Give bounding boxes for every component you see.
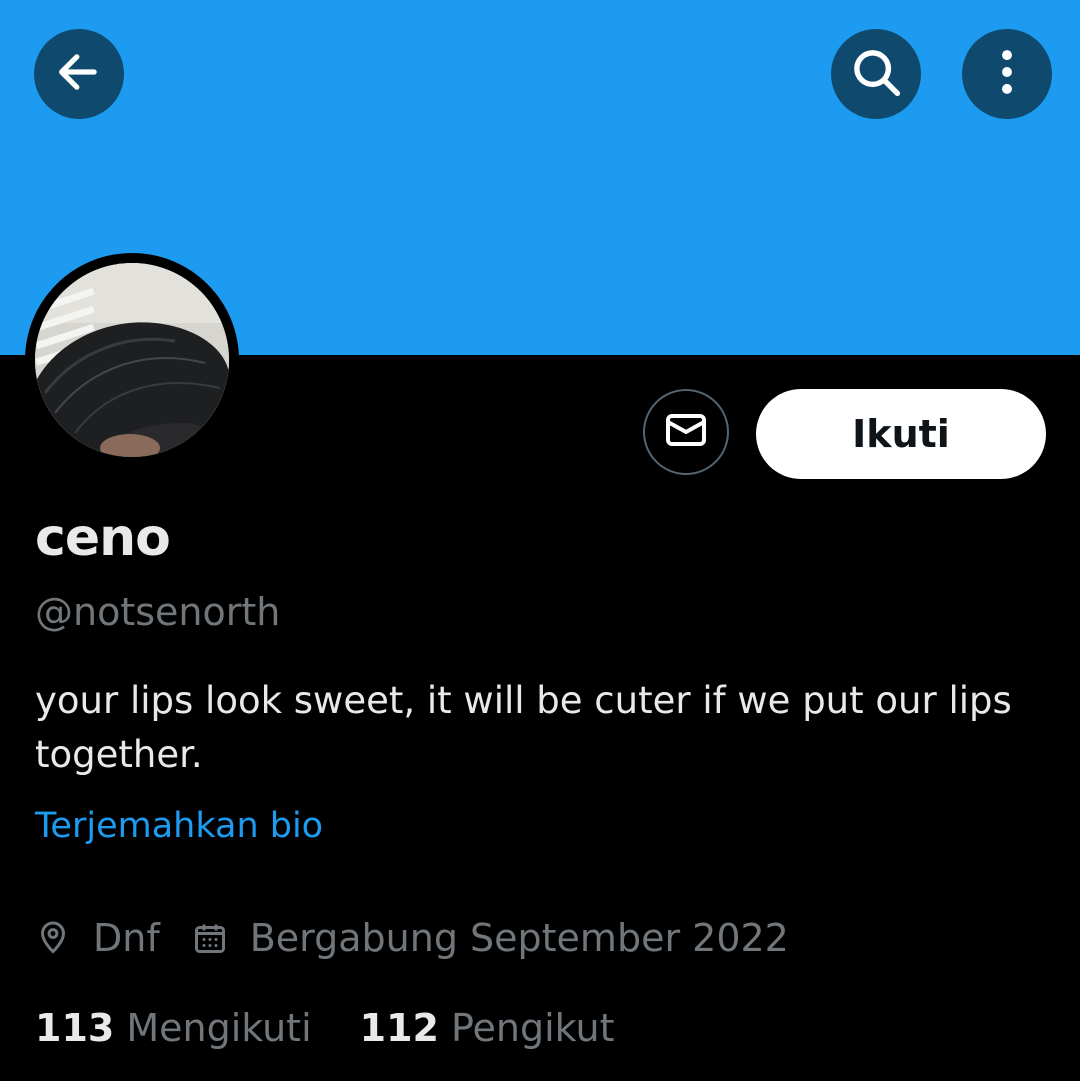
follow-stats: 113 Mengikuti 112 Pengikut <box>35 1000 615 1056</box>
avatar-frame[interactable] <box>25 253 239 467</box>
more-vertical-icon <box>980 45 1034 103</box>
back-button[interactable] <box>34 29 124 119</box>
followers-count: 112 <box>359 1006 439 1050</box>
location-icon <box>35 920 71 956</box>
location-text: Dnf <box>93 916 160 960</box>
display-name: ceno <box>35 508 171 568</box>
follow-button[interactable]: Ikuti <box>756 389 1046 479</box>
more-options-button[interactable] <box>962 29 1052 119</box>
followers-stat[interactable]: 112 Pengikut <box>360 1006 615 1050</box>
search-icon <box>849 45 903 103</box>
translate-bio-link[interactable]: Terjemahkan bio <box>35 806 323 846</box>
following-count: 113 <box>35 1006 115 1050</box>
following-stat[interactable]: 113 Mengikuti <box>35 1006 312 1050</box>
search-button[interactable] <box>831 29 921 119</box>
following-label: Mengikuti <box>126 1006 312 1050</box>
followers-label: Pengikut <box>450 1006 615 1050</box>
mail-icon <box>662 406 710 458</box>
avatar[interactable] <box>35 263 229 457</box>
joined-date-text: Bergabung September 2022 <box>249 916 789 960</box>
calendar-icon <box>192 920 228 956</box>
arrow-left-icon <box>53 46 105 102</box>
message-button[interactable] <box>643 389 729 475</box>
profile-meta: Dnf Bergabung September 2022 <box>35 910 789 966</box>
bio-text: your lips look sweet, it will be cuter i… <box>35 679 1012 776</box>
username-handle: @notsenorth <box>35 590 281 634</box>
